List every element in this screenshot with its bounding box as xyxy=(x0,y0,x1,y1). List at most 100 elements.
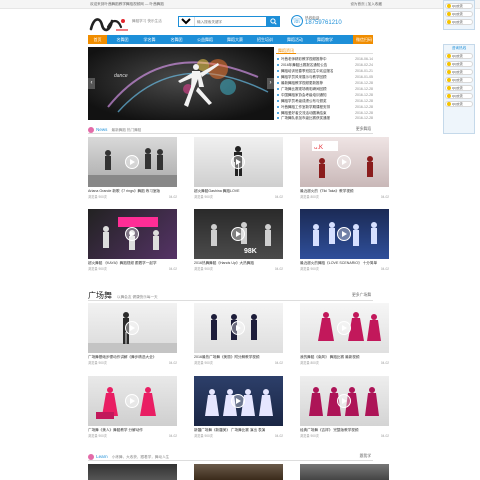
qq-icon xyxy=(447,20,451,24)
svg-text:ᴗ.K: ᴗ.K xyxy=(314,145,323,151)
qq-icon xyxy=(447,86,451,90)
nav-item-events[interactable]: 舞蹈活动 xyxy=(280,35,310,44)
qq-float-panel: QQ交流 QQ交流 QQ交流 咨询热线 QQ交流 QQ交流 QQ交流 QQ交流 … xyxy=(443,0,477,140)
qq-contact[interactable]: QQ交流 xyxy=(445,53,473,59)
video-meta: 浏览量 800次 04-02 xyxy=(300,361,389,365)
video-thumbnail[interactable] xyxy=(88,464,177,480)
search-icon xyxy=(269,18,277,25)
play-icon xyxy=(231,155,245,169)
nav-item-troupe[interactable]: 名舞团 xyxy=(109,35,136,44)
phone-icon: ☏ xyxy=(291,15,303,27)
qq-contact[interactable]: QQ交流 xyxy=(445,85,473,91)
play-icon xyxy=(125,394,139,408)
hero-banner[interactable]: dance ‹ › xyxy=(88,47,274,120)
section-title: News 最新舞蹈 热门舞蹈 xyxy=(88,125,141,134)
qq-contact[interactable]: QQ交流 xyxy=(445,11,473,17)
video-thumbnail[interactable] xyxy=(194,464,283,480)
qq-icon xyxy=(447,12,451,16)
video-card[interactable]: 新疆广场舞《新疆美》 广场舞比赛 演出 表演 浏览量 900次 04-02 xyxy=(194,376,283,439)
qq-contact[interactable]: QQ交流 xyxy=(445,77,473,83)
play-icon xyxy=(231,394,245,408)
video-card[interactable]: Ariana Grande 新歌《7 rings》舞蹈 练习室版 浏览量 900… xyxy=(88,137,177,200)
video-card[interactable]: 广场舞基础步骤动作讲解《舞步精选大全》 浏览量 900次 04-02 xyxy=(88,303,177,366)
section-header-learn: Learn 小练舞，大收获，跟着学，舞动人生 跟我学 xyxy=(88,452,373,461)
video-meta: 浏览量 900次 04-02 xyxy=(194,434,283,438)
section-title: Learn 小练舞，大收获，跟着学，舞动人生 xyxy=(88,452,169,461)
hotline-number: 18759761210 xyxy=(305,20,342,26)
video-meta: 浏览量 900次 04-02 xyxy=(88,434,177,438)
video-meta: 浏览量 900次 04-02 xyxy=(194,361,283,365)
play-icon xyxy=(337,321,351,335)
play-icon xyxy=(337,394,351,408)
qq-contact[interactable]: QQ交流 xyxy=(445,3,473,9)
video-card[interactable]: 我的舞蹈《南风》 舞蹈比赛 最新视频 浏览量 800次 04-02 xyxy=(300,303,389,366)
dancer-icon xyxy=(88,453,94,460)
qq-group-1: QQ交流 QQ交流 QQ交流 xyxy=(443,0,475,30)
qq-contact[interactable]: QQ交流 xyxy=(445,19,473,25)
qq-icon xyxy=(447,4,451,8)
video-card[interactable]: 超火舞蹈 《KAYA》舞蹈视频 跟着学一起学 浏览量 900次 04-02 xyxy=(88,209,177,272)
qq-icon xyxy=(447,94,451,98)
qq-contact[interactable]: QQ交流 xyxy=(445,93,473,99)
top-bar: 欢迎来到叶茜舞蹈教学舞蹈视频网 — 叶茜舞蹈 设为首页 | 加入收藏 xyxy=(0,0,480,9)
video-card[interactable]: 98K 2016热舞舞蹈《Hands Up》大热舞蹈 浏览量 900次 04-02 xyxy=(194,209,283,272)
qq-contact[interactable]: QQ交流 xyxy=(445,101,473,107)
video-card[interactable]: 广场舞《美人》舞蹈教学 分解动作 浏览量 900次 04-02 xyxy=(88,376,177,439)
logo-slogan: 舞蹈学习 快乐生活 xyxy=(132,19,162,23)
qq-group-2: 咨询热线 QQ交流 QQ交流 QQ交流 QQ交流 QQ交流 QQ交流 QQ交流 xyxy=(443,44,475,134)
qq-icon xyxy=(447,54,451,58)
qq-icon xyxy=(447,70,451,74)
play-icon xyxy=(125,321,139,335)
video-meta: 浏览量 900次 04-02 xyxy=(88,361,177,365)
play-icon xyxy=(231,321,245,335)
more-link[interactable]: 更多舞蹈 xyxy=(356,125,371,134)
play-icon xyxy=(231,227,245,241)
nav-item-home[interactable]: 首页 xyxy=(88,35,107,44)
video-meta: 浏览量 900次 04-02 xyxy=(300,434,389,438)
nav-item-training[interactable]: 招生培训 xyxy=(250,35,280,44)
play-icon xyxy=(125,155,139,169)
banner-caption: dance xyxy=(114,73,128,79)
video-meta: 浏览量 900次 04-02 xyxy=(194,195,283,199)
top-tagline: 欢迎来到叶茜舞蹈教学舞蹈视频网 — 叶茜舞蹈 xyxy=(90,2,164,6)
banner-next-button[interactable]: › xyxy=(267,78,274,89)
video-meta: 浏览量 900次 04-02 xyxy=(88,195,177,199)
wechat-label: 微信扫码 xyxy=(356,37,372,42)
video-card[interactable]: 超火舞蹈Gashina 舞蹈LOVE 浏览量 900次 04-02 xyxy=(194,137,283,200)
top-links[interactable]: 设为首页 | 加入收藏 xyxy=(350,2,382,7)
news-header: 舞蹈资讯 xyxy=(276,47,373,54)
news-item[interactable]: 广场舞队参加市级比赛获奖通报 2016-12-28 xyxy=(276,116,373,120)
nav-item-troupe-2[interactable]: 名舞团 xyxy=(163,35,190,44)
qq-icon xyxy=(447,62,451,66)
search-box: 视频 xyxy=(178,16,280,27)
search-button[interactable] xyxy=(266,16,280,27)
hotline: ☏ 热线电话 18759761210 xyxy=(291,15,342,29)
search-input[interactable] xyxy=(197,17,265,26)
search-category-select[interactable]: 视频 xyxy=(179,17,195,26)
main-nav: 首页 名舞团 学名舞 名舞团 公益舞蹈 舞蹈大赛 招生培训 舞蹈活动 舞蹈教学 … xyxy=(88,35,373,44)
more-link[interactable]: 更多广场舞 xyxy=(352,290,371,301)
nav-item-contest[interactable]: 舞蹈大赛 xyxy=(220,35,250,44)
qq-contact[interactable]: QQ交流 xyxy=(445,61,473,67)
video-thumbnail[interactable] xyxy=(300,464,389,480)
play-icon xyxy=(337,227,351,241)
video-card[interactable]: 2016最热广场舞《美丽》附分解教学视频 浏览量 900次 04-02 xyxy=(194,303,283,366)
play-icon xyxy=(125,227,139,241)
more-link[interactable]: 跟我学 xyxy=(360,452,371,461)
dancer-icon xyxy=(88,126,94,133)
nav-item-teaching[interactable]: 舞蹈教学 xyxy=(310,35,340,44)
nav-item-learn[interactable]: 学名舞 xyxy=(136,35,163,44)
video-card[interactable]: 最近超火的舞蹈《LOVE SCENARIO》 十分简单 浏览量 900次 04-0… xyxy=(300,209,389,272)
site-logo[interactable]: 舞蹈学习 快乐生活 xyxy=(88,13,162,35)
qq-icon xyxy=(447,102,451,106)
video-meta: 浏览量 800次 04-02 xyxy=(300,195,389,199)
video-card[interactable]: ᴗ.K 最近超火的《Tiki Taka》教学视频 浏览量 800次 04-02 xyxy=(300,137,389,200)
wechat-button[interactable]: 微信扫码 xyxy=(353,35,373,44)
qq-contact[interactable]: QQ交流 xyxy=(445,69,473,75)
nav-item-charity[interactable]: 公益舞蹈 xyxy=(190,35,220,44)
svg-text:98K: 98K xyxy=(244,248,257,255)
banner-prev-button[interactable]: ‹ xyxy=(88,78,95,89)
video-card[interactable]: 经典广场舞《吉祥》 完整版教学视频 浏览量 900次 04-02 xyxy=(300,376,389,439)
section-header-news: News 最新舞蹈 热门舞蹈 更多舞蹈 xyxy=(88,125,373,134)
qq-icon xyxy=(447,78,451,82)
